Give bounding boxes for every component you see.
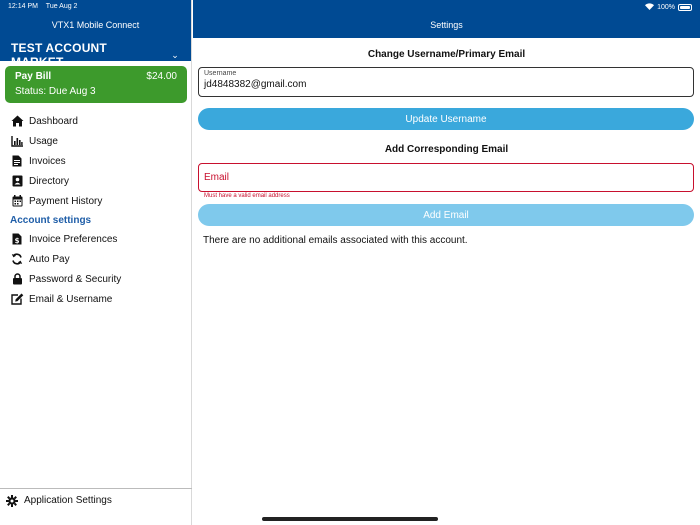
chevron-down-icon: ⌄ bbox=[171, 49, 179, 60]
sidebar-item-label: Email & Username bbox=[29, 293, 113, 305]
username-label: Username bbox=[204, 70, 237, 77]
status-date: Tue Aug 2 bbox=[45, 3, 78, 10]
svg-text:$: $ bbox=[15, 237, 20, 245]
add-email-button[interactable]: Add Email bbox=[198, 204, 694, 226]
sidebar-item-directory[interactable]: Directory bbox=[0, 171, 192, 191]
sidebar-item-label: Directory bbox=[29, 175, 70, 187]
email-placeholder: Email bbox=[204, 172, 230, 183]
username-value: jd4848382@gmail.com bbox=[204, 79, 307, 90]
battery-icon bbox=[678, 4, 692, 11]
sidebar-item-dashboard[interactable]: Dashboard bbox=[0, 111, 192, 131]
add-email-title: Add Corresponding Email bbox=[384, 144, 509, 155]
sidebar-item-label: Invoices bbox=[29, 155, 66, 167]
bar-chart-icon bbox=[10, 134, 24, 148]
pay-bill-status: Status: Due Aug 3 bbox=[15, 86, 96, 97]
sidebar-item-usage[interactable]: Usage bbox=[0, 131, 192, 151]
calendar-icon bbox=[10, 194, 24, 208]
email-input[interactable]: Email bbox=[198, 163, 694, 192]
document-icon bbox=[10, 154, 24, 168]
app-title: VTX1 Mobile Connect bbox=[51, 20, 140, 30]
account-settings-heading: Account settings bbox=[10, 214, 92, 226]
sidebar-item-label: Dashboard bbox=[29, 115, 78, 127]
contact-book-icon bbox=[10, 174, 24, 188]
edit-icon bbox=[10, 292, 24, 306]
update-username-button[interactable]: Update Username bbox=[198, 108, 694, 130]
account-selector[interactable]: TEST ACCOUNT MARKET... ⌄ bbox=[11, 41, 179, 69]
username-field[interactable]: Username jd4848382@gmail.com bbox=[198, 67, 694, 97]
account-name: TEST ACCOUNT MARKET... bbox=[11, 41, 107, 69]
no-emails-text: There are no additional emails associate… bbox=[203, 235, 468, 246]
application-settings-button[interactable]: Application Settings bbox=[0, 488, 192, 512]
pay-bill-card[interactable]: Pay Bill $24.00 Status: Due Aug 3 bbox=[5, 66, 187, 103]
sidebar-item-password-security[interactable]: Password & Security bbox=[0, 269, 192, 289]
sidebar-item-payment-history[interactable]: Payment History bbox=[0, 191, 192, 211]
sidebar-menu: Dashboard Usage Invoices Directory Payme… bbox=[0, 111, 192, 309]
lock-icon bbox=[10, 272, 24, 286]
status-bar: 12:14 PM Tue Aug 2 100% bbox=[0, 0, 700, 13]
main-content: Settings Change Username/Primary Email U… bbox=[193, 0, 700, 525]
status-time: 12:14 PM bbox=[8, 3, 38, 10]
change-username-title: Change Username/Primary Email bbox=[367, 49, 526, 60]
pay-bill-label: Pay Bill bbox=[15, 71, 52, 82]
gear-icon bbox=[6, 494, 18, 507]
home-indicator bbox=[262, 517, 438, 521]
email-error-message: Must have a valid email address bbox=[204, 193, 290, 199]
battery-percent: 100% bbox=[657, 4, 675, 11]
pay-bill-amount: $24.00 bbox=[146, 71, 177, 82]
sidebar-item-label: Auto Pay bbox=[29, 253, 70, 265]
sidebar-item-label: Invoice Preferences bbox=[29, 233, 118, 245]
sidebar-item-invoice-preferences[interactable]: $ Invoice Preferences bbox=[0, 229, 192, 249]
home-icon bbox=[10, 114, 24, 128]
sidebar-item-label: Usage bbox=[29, 135, 58, 147]
application-settings-label: Application Settings bbox=[24, 495, 112, 506]
invoice-dollar-icon: $ bbox=[10, 232, 24, 246]
sidebar-item-label: Payment History bbox=[29, 195, 103, 207]
sync-icon bbox=[10, 252, 24, 266]
page-title: Settings bbox=[430, 20, 463, 30]
sidebar-item-invoices[interactable]: Invoices bbox=[0, 151, 192, 171]
sidebar: VTX1 Mobile Connect TEST ACCOUNT MARKET.… bbox=[0, 0, 192, 525]
sidebar-item-auto-pay[interactable]: Auto Pay bbox=[0, 249, 192, 269]
sidebar-item-email-username[interactable]: Email & Username bbox=[0, 289, 192, 309]
wifi-icon bbox=[645, 3, 655, 12]
sidebar-item-label: Password & Security bbox=[29, 273, 122, 285]
